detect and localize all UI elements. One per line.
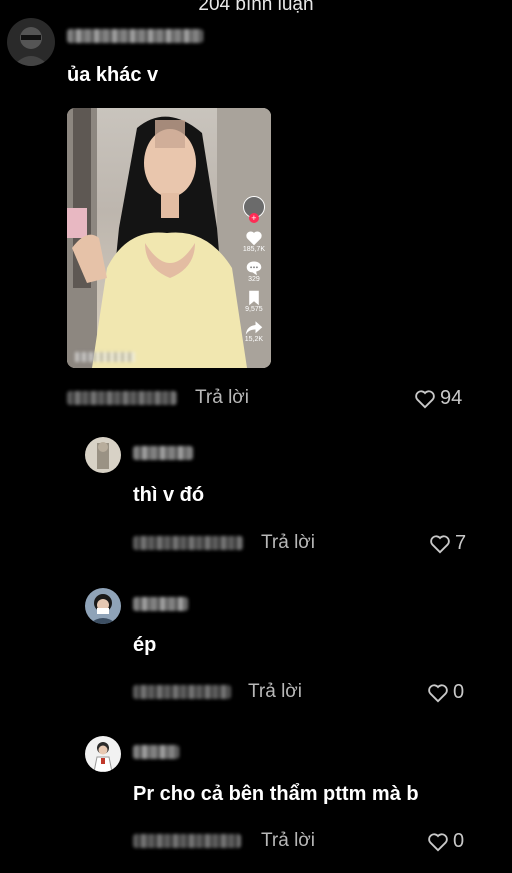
comments-header-title: 204 bình luận [198, 0, 314, 15]
comment-video-attachment[interactable]: + 185,7K 329 9,575 15,2K [67, 108, 271, 368]
video-share-count: 15,2K [244, 336, 264, 343]
video-caption-redacted [75, 352, 135, 362]
comment-timestamp [133, 685, 231, 699]
heart-icon [246, 231, 262, 246]
comment-bubble-icon [246, 261, 262, 276]
reply-button[interactable]: Trả lời [248, 681, 302, 703]
comment-timestamp [67, 391, 177, 405]
reply-button[interactable]: Trả lời [261, 830, 315, 852]
video-save-stat[interactable]: 9,575 [245, 290, 263, 314]
video-thumbnail-image [67, 108, 271, 368]
like-count: 7 [455, 532, 467, 554]
like-count: 94 [440, 387, 463, 409]
avatar[interactable] [85, 588, 121, 624]
avatar[interactable] [85, 437, 121, 473]
reply-button[interactable]: Trả lời [261, 532, 315, 554]
video-save-count: 9,575 [245, 306, 263, 313]
video-like-count: 185,7K [242, 246, 265, 253]
like-button[interactable]: 0 [427, 830, 464, 853]
comment-author-name[interactable] [67, 29, 203, 43]
like-button[interactable]: 0 [427, 681, 464, 704]
heart-outline-icon [430, 534, 450, 553]
video-share-stat[interactable]: 15,2K [245, 320, 263, 344]
video-action-column: + 185,7K 329 9,575 15,2K [243, 196, 265, 344]
comment-author-name[interactable] [133, 446, 193, 460]
video-creator-avatar[interactable]: + [242, 196, 265, 223]
like-button[interactable]: 94 [414, 387, 462, 410]
heart-outline-icon [415, 389, 435, 408]
comment-author-name[interactable] [133, 745, 179, 759]
video-like-stat[interactable]: 185,7K [243, 230, 265, 254]
bookmark-icon [249, 290, 259, 306]
comment-author-name[interactable] [133, 597, 188, 611]
comment-timestamp [133, 536, 243, 550]
heart-outline-icon [428, 832, 448, 851]
comment-text: Pr cho cả bên thẩm pttm mà b [133, 783, 419, 805]
video-comment-count: 329 [248, 276, 260, 283]
heart-outline-icon [428, 683, 448, 702]
comment-text: ép [133, 634, 157, 656]
video-comment-stat[interactable]: 329 [245, 260, 263, 284]
comment-text: ủa khác v [67, 64, 159, 86]
avatar[interactable] [85, 736, 121, 772]
comment-text: thì v đó [133, 484, 205, 506]
share-arrow-icon [245, 321, 263, 335]
reply-button[interactable]: Trả lời [195, 387, 249, 409]
like-button[interactable]: 7 [429, 532, 466, 555]
like-count: 0 [453, 830, 465, 852]
like-count: 0 [453, 681, 465, 703]
comment-timestamp [133, 834, 241, 848]
avatar[interactable] [7, 18, 55, 66]
